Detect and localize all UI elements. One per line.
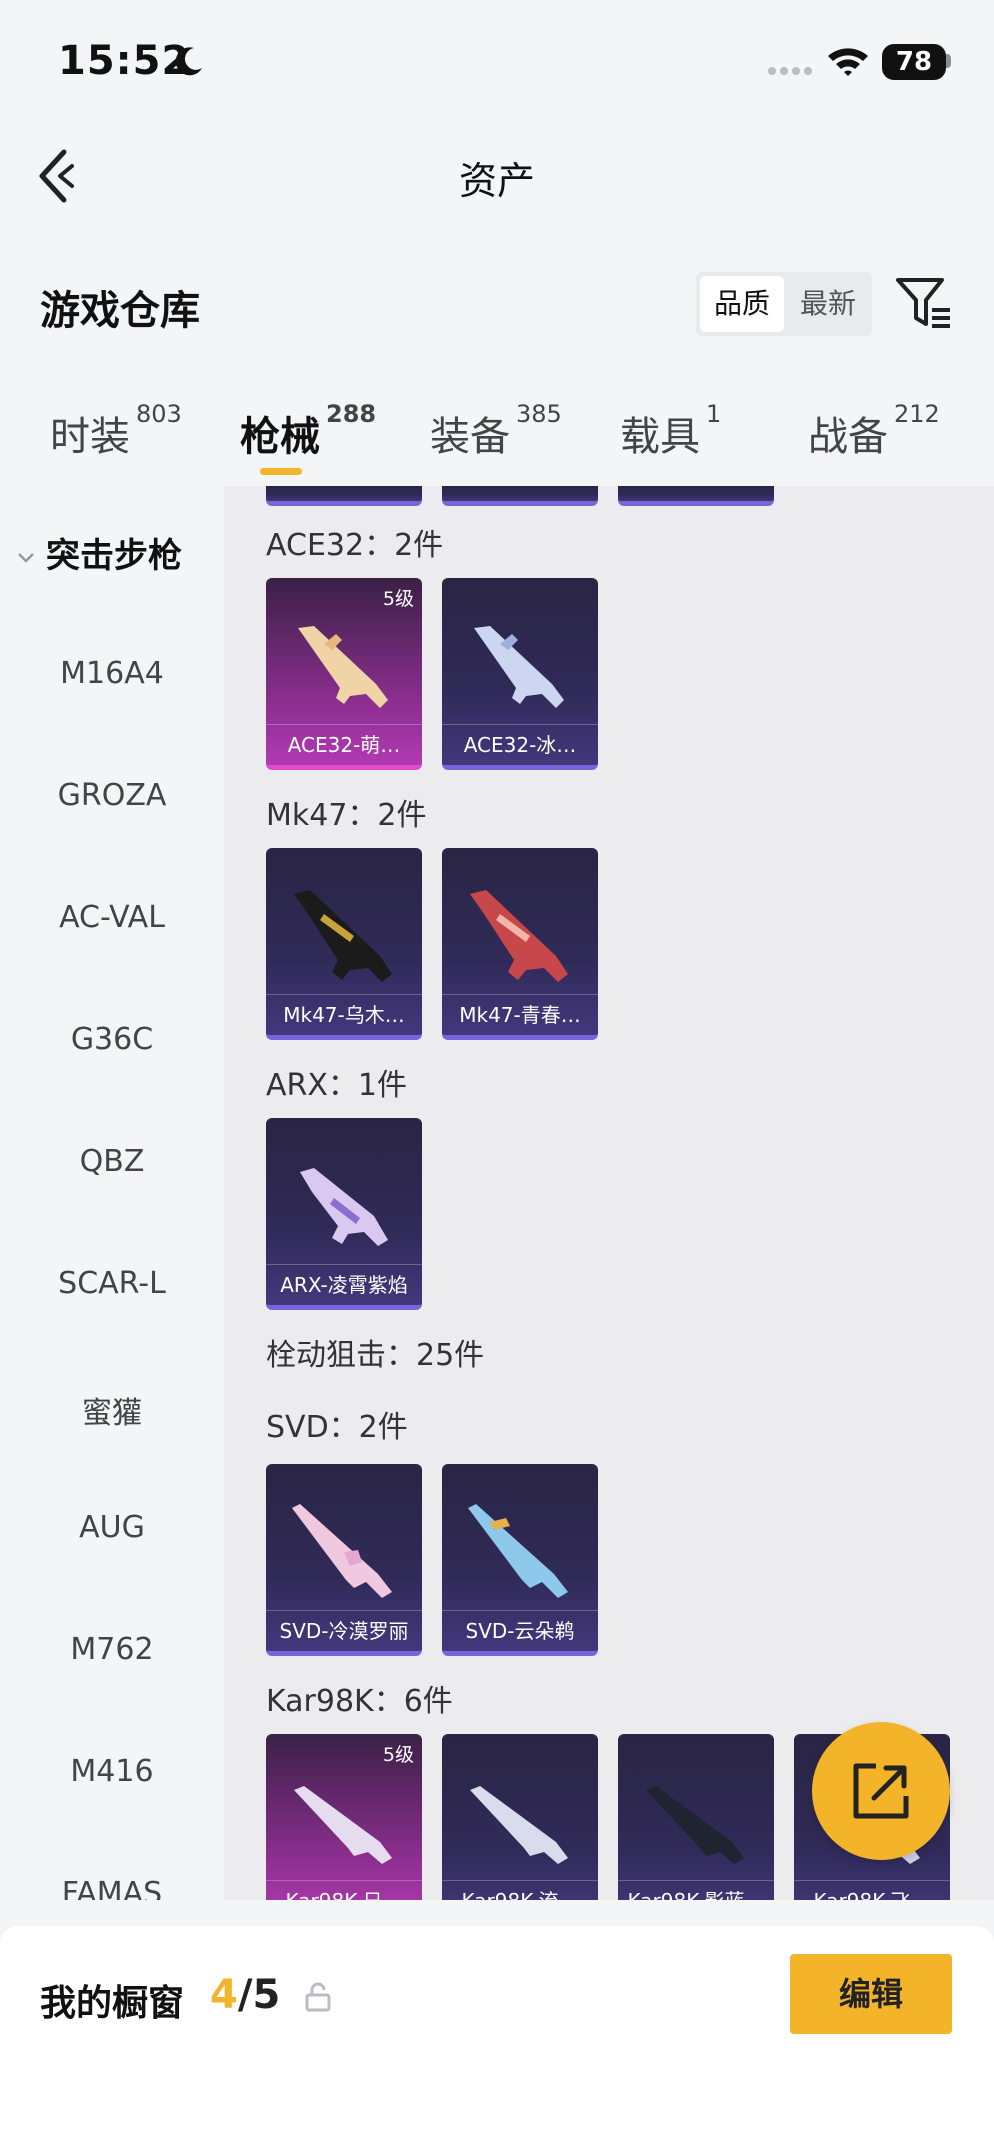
- weapon-list: ACE32：2件 5级 ACE32-萌… ACE32-冰… Mk47：2件 Mk…: [224, 486, 994, 1900]
- group-label-kar98k: Kar98K：6件: [266, 1684, 453, 1719]
- share-icon: [853, 1763, 909, 1819]
- sidebar-item-m762[interactable]: M762: [0, 1632, 224, 1667]
- weapon-card[interactable]: 5级 ACE32-萌…: [266, 578, 422, 770]
- sidebar-item-qbz[interactable]: QBZ: [0, 1144, 224, 1179]
- section-title: 游戏仓库: [40, 288, 200, 334]
- filter-icon[interactable]: [894, 274, 952, 332]
- sort-toggle: 品质 最新: [696, 272, 872, 336]
- signal-icon: [768, 60, 816, 79]
- weapon-name: Kar98K-影蓝…: [618, 1880, 774, 1900]
- chevron-down-icon: [18, 552, 34, 563]
- weapon-card[interactable]: SVD-云朵鹈: [442, 1464, 598, 1656]
- lock-icon: [305, 1982, 331, 2012]
- sniper-rifle-icon: [646, 1786, 744, 1864]
- tab-firearms[interactable]: 枪械 288: [240, 400, 376, 462]
- weapon-name: Mk47-青春…: [442, 994, 598, 1035]
- weapon-name: Kar98K-飞…: [794, 1880, 950, 1900]
- sidebar-item-ac-val[interactable]: AC-VAL: [0, 900, 224, 935]
- rifle-icon: [294, 890, 392, 982]
- weapon-card[interactable]: ARX-凌霄紫焰: [266, 1118, 422, 1310]
- sidebar-item-aug[interactable]: AUG: [0, 1510, 224, 1545]
- tab-fashion[interactable]: 时装 803: [50, 400, 182, 462]
- weapon-card[interactable]: Kar98K-影蓝…: [618, 1734, 774, 1900]
- group-label-bolt-action: 栓动狙击：25件: [266, 1338, 485, 1373]
- battery-indicator: 78: [882, 44, 946, 80]
- tab-equipment[interactable]: 装备 385: [430, 400, 562, 462]
- weapon-card[interactable]: Kar98K-流…: [442, 1734, 598, 1900]
- sniper-rifle-icon: [292, 1504, 392, 1598]
- sort-newest-button[interactable]: 最新: [788, 276, 868, 332]
- weapon-name: Kar98K-日…: [266, 1880, 422, 1900]
- weapon-category-sidebar: 突击步枪 M16A4 GROZA AC-VAL G36C QBZ SCAR-L …: [0, 486, 224, 1900]
- showcase-bar: 我的橱窗 4/5 编辑: [0, 1926, 994, 2152]
- weapon-card[interactable]: Mk47-乌木…: [266, 848, 422, 1040]
- weapon-name: Mk47-乌木…: [266, 994, 422, 1035]
- sniper-rifle-icon: [470, 1786, 568, 1864]
- sidebar-item-honey-badger[interactable]: 蜜獾: [0, 1388, 224, 1432]
- sidebar-item-m16a4[interactable]: M16A4: [0, 656, 224, 691]
- page-title: 资产: [458, 159, 535, 203]
- share-button[interactable]: [812, 1722, 950, 1860]
- weapon-name: ACE32-冰…: [442, 724, 598, 765]
- rifle-icon: [470, 890, 568, 982]
- weapon-name: SVD-云朵鹈: [442, 1610, 598, 1651]
- weapon-name: ACE32-萌…: [266, 724, 422, 765]
- weapon-card-partial[interactable]: [266, 486, 422, 506]
- sort-quality-button[interactable]: 品质: [700, 276, 784, 332]
- weapon-name: ARX-凌霄紫焰: [266, 1264, 422, 1305]
- tab-vehicles[interactable]: 载具 1: [620, 400, 721, 462]
- weapon-card-partial[interactable]: [618, 486, 774, 506]
- wifi-icon: [828, 48, 868, 76]
- edit-button[interactable]: 编辑: [790, 1954, 952, 2034]
- showcase-label: 我的橱窗: [40, 1983, 185, 2024]
- sidebar-item-groza[interactable]: GROZA: [0, 778, 224, 813]
- sniper-rifle-icon: [294, 1786, 392, 1864]
- status-time: 15:52: [58, 38, 191, 84]
- weapon-card-partial[interactable]: [442, 486, 598, 506]
- rifle-icon: [474, 626, 564, 708]
- group-label-arx: ARX：1件: [266, 1068, 408, 1103]
- sidebar-item-famas[interactable]: FAMAS: [0, 1876, 224, 1900]
- sidebar-category[interactable]: 突击步枪: [16, 528, 182, 577]
- weapon-name: Kar98K-流…: [442, 1880, 598, 1900]
- weapon-name: SVD-冷漠罗丽: [266, 1610, 422, 1651]
- weapon-card[interactable]: SVD-冷漠罗丽: [266, 1464, 422, 1656]
- showcase-count: 4/5: [210, 1972, 281, 2018]
- battery-cap: [946, 54, 951, 68]
- group-label-svd: SVD：2件: [266, 1410, 408, 1445]
- sidebar-item-scar-l[interactable]: SCAR-L: [0, 1266, 224, 1301]
- group-label-mk47: Mk47：2件: [266, 798, 427, 833]
- weapon-card[interactable]: 5级 Kar98K-日…: [266, 1734, 422, 1900]
- rifle-icon: [298, 626, 388, 708]
- sniper-rifle-icon: [468, 1504, 568, 1598]
- weapon-card[interactable]: Mk47-青春…: [442, 848, 598, 1040]
- group-label-ace32: ACE32：2件: [266, 528, 444, 563]
- weapon-card[interactable]: ACE32-冰…: [442, 578, 598, 770]
- rifle-icon: [300, 1168, 388, 1246]
- tab-supplies[interactable]: 战备 212: [808, 400, 940, 462]
- sidebar-item-m416[interactable]: M416: [0, 1754, 224, 1789]
- active-tab-indicator: [260, 468, 302, 475]
- moon-icon: [175, 47, 202, 76]
- sidebar-item-g36c[interactable]: G36C: [0, 1022, 224, 1057]
